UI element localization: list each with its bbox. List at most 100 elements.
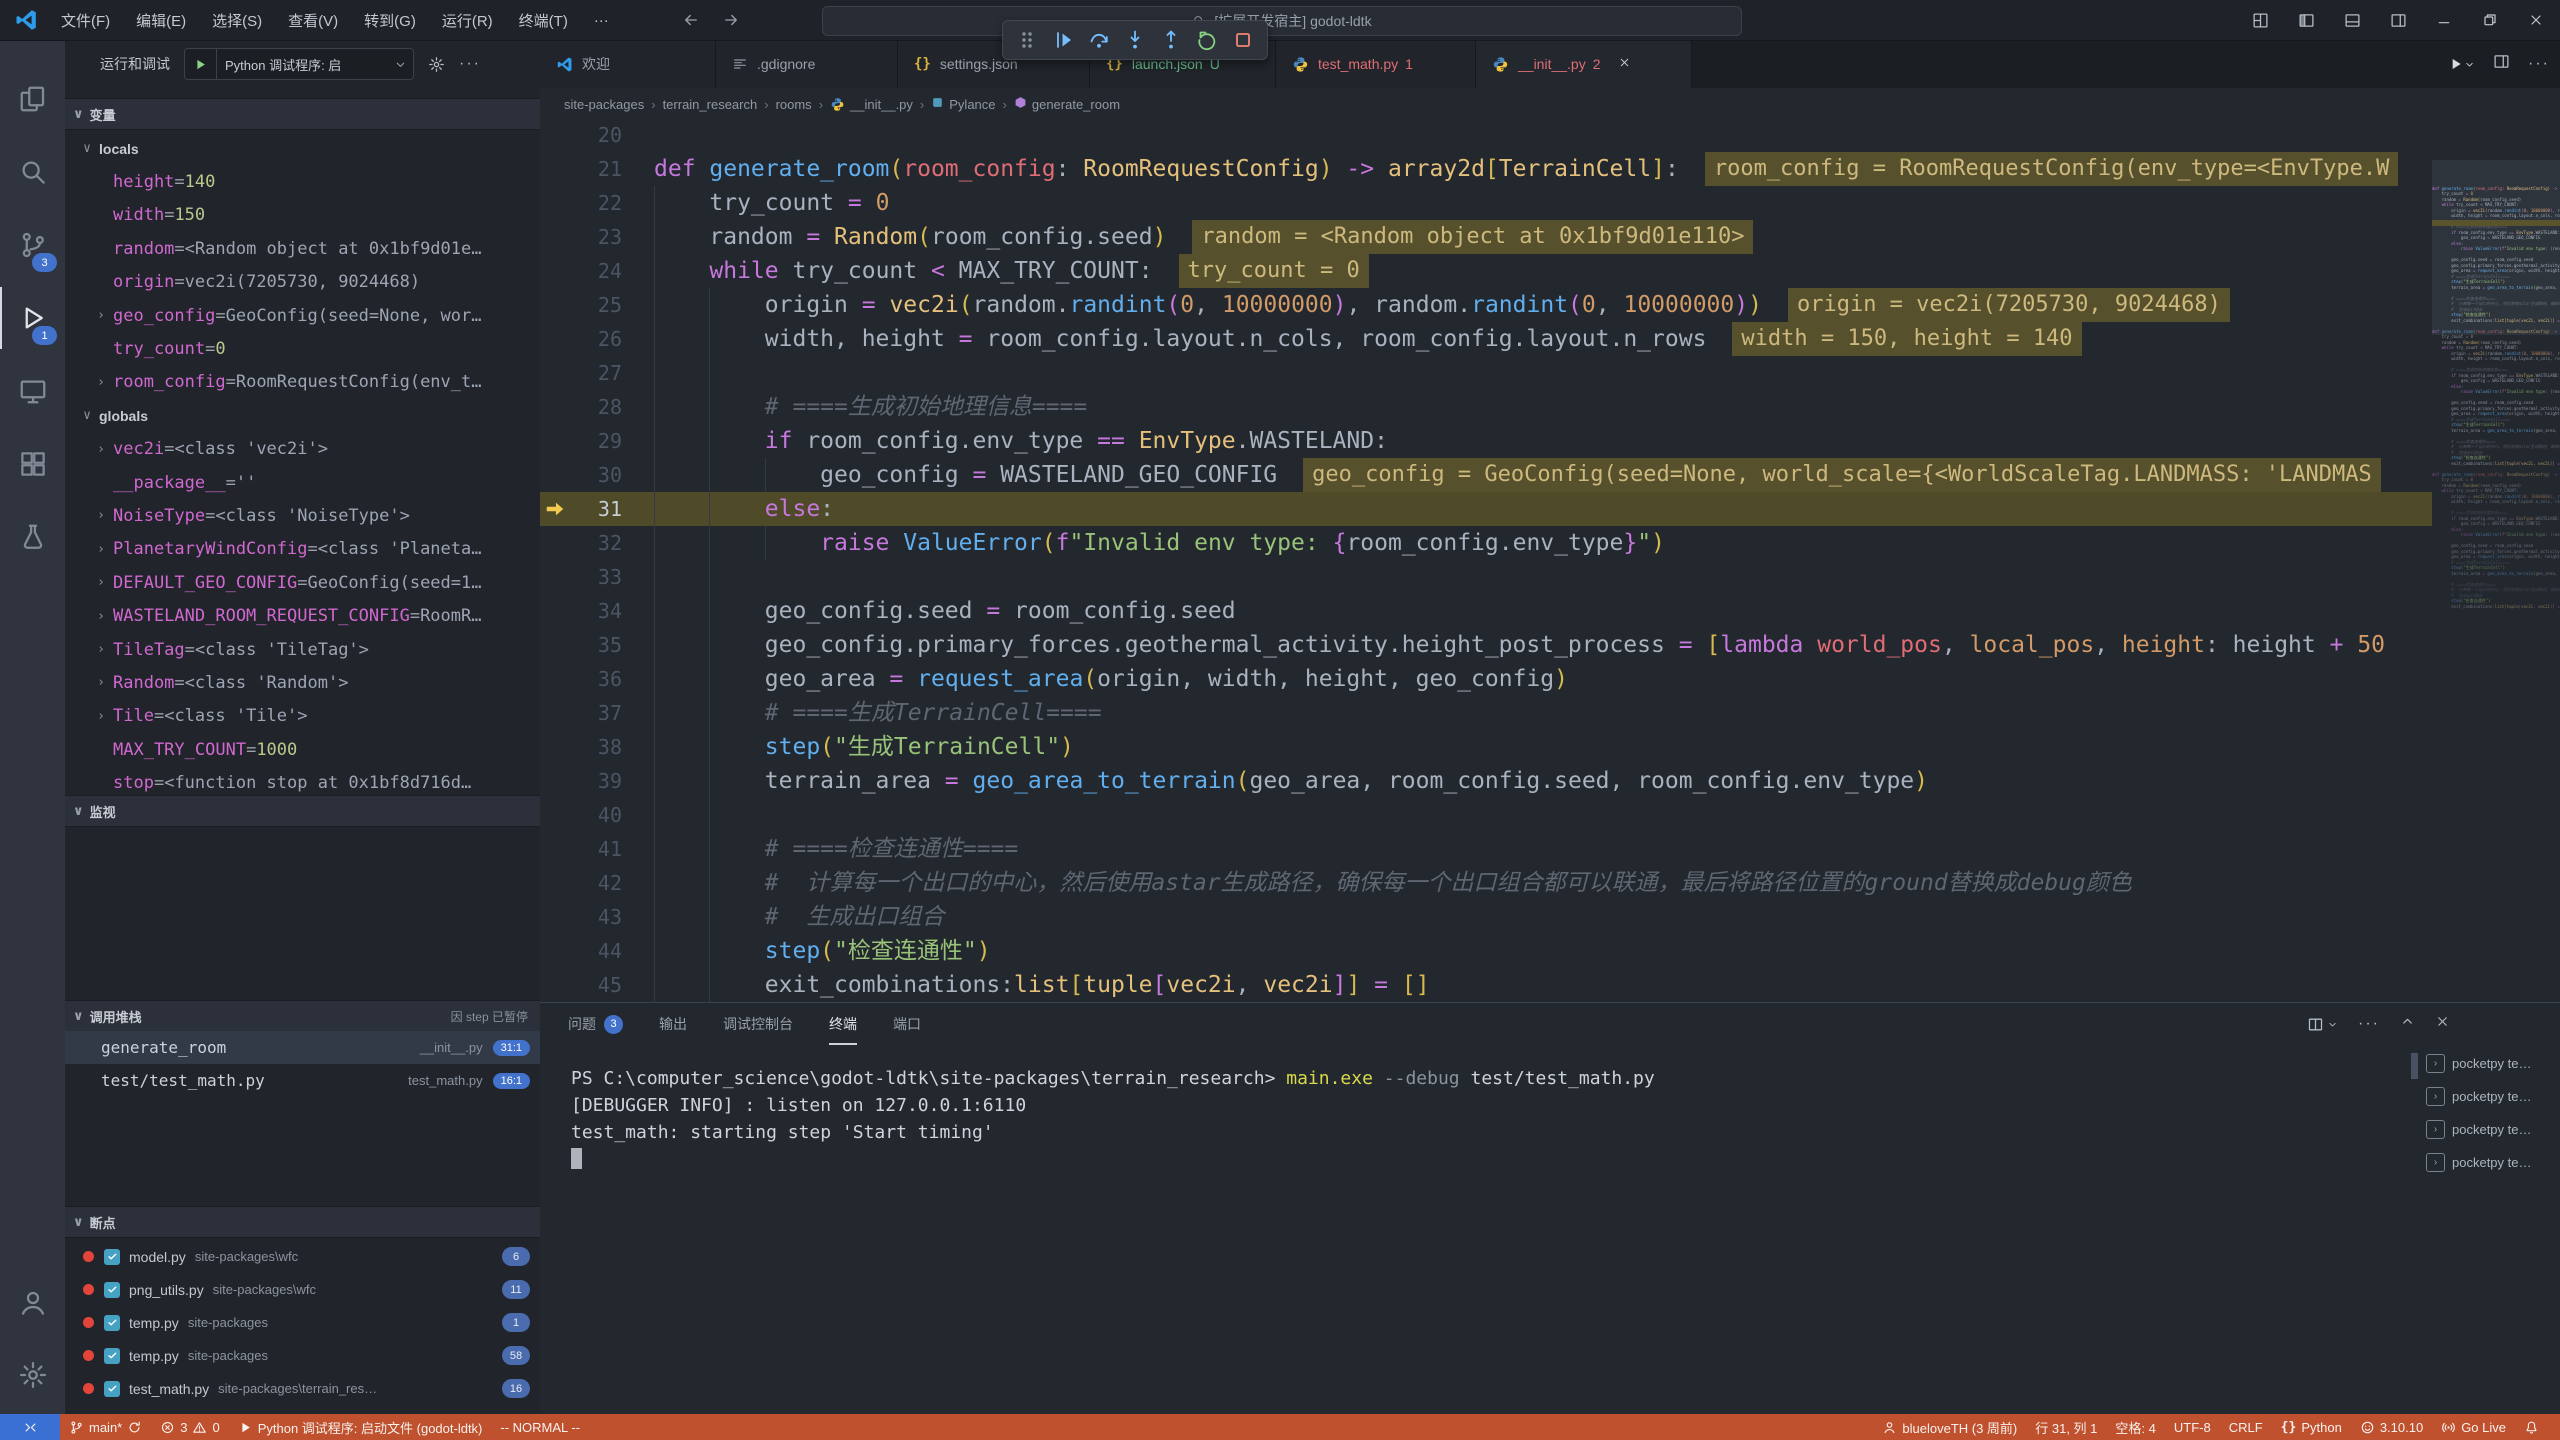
- call-stack-frame[interactable]: test/test_math.pytest_math.py16:1: [65, 1064, 540, 1097]
- terminal-output[interactable]: PS C:\computer_science\godot-ldtk\site-p…: [571, 1065, 2410, 1404]
- code-line-39[interactable]: 39terrain_area = geo_area_to_terrain(geo…: [540, 764, 2432, 798]
- variable-scope-locals[interactable]: ∨locals: [65, 132, 540, 165]
- status-go-live[interactable]: Go Live: [2432, 1420, 2515, 1435]
- code-line-45[interactable]: 45exit_combinations:list[tuple[vec2i, ve…: [540, 968, 2432, 1002]
- status-eol[interactable]: CRLF: [2220, 1420, 2272, 1435]
- code-line-35[interactable]: 35geo_config.primary_forces.geothermal_a…: [540, 628, 2432, 662]
- terminal-list-item[interactable]: ›pocketpy te…: [2420, 1113, 2560, 1146]
- variable-row[interactable]: try_count = 0: [65, 332, 540, 365]
- status-remote[interactable]: [0, 1414, 60, 1440]
- variable-row[interactable]: ›DEFAULT_GEO_CONFIG = GeoConfig(seed=1…: [65, 566, 540, 599]
- panel-tab-问题[interactable]: 问题3: [568, 1003, 623, 1045]
- debug-stop-button[interactable]: [1225, 24, 1261, 56]
- status-python-version[interactable]: 3.10.10: [2351, 1420, 2432, 1435]
- call-stack-header[interactable]: ∨调用堆栈因 step 已暂停: [65, 1000, 540, 1032]
- more-actions-button[interactable]: ···: [2528, 55, 2550, 73]
- breakpoint-checkbox[interactable]: [104, 1315, 120, 1331]
- split-terminal-button[interactable]: [2307, 1016, 2338, 1033]
- chevron-right-icon[interactable]: ›: [93, 575, 109, 590]
- status-vim-mode[interactable]: -- NORMAL --: [491, 1420, 589, 1435]
- code-line-37[interactable]: 37# ====生成TerrainCell====: [540, 696, 2432, 730]
- breadcrumb-item[interactable]: rooms: [776, 97, 812, 112]
- forward-arrow-icon[interactable]: [722, 11, 740, 29]
- variable-row[interactable]: height = 140: [65, 165, 540, 198]
- watch-header[interactable]: ∨监视: [65, 795, 540, 827]
- tab-[interactable]: 欢迎: [540, 40, 716, 88]
- terminal-list-item[interactable]: ›pocketpy te…: [2420, 1047, 2560, 1080]
- menu-item-5[interactable]: 运行(R): [429, 0, 506, 40]
- activity-run-debug[interactable]: 1: [0, 287, 65, 349]
- terminal-list-item[interactable]: ›pocketpy te…: [2420, 1080, 2560, 1113]
- menu-item-1[interactable]: 编辑(E): [123, 0, 199, 40]
- code-line-26[interactable]: 26width, height = room_config.layout.n_c…: [540, 322, 2432, 356]
- variable-scope-globals[interactable]: ∨globals: [65, 399, 540, 432]
- breadcrumb-item[interactable]: terrain_research: [663, 97, 758, 112]
- chevron-right-icon[interactable]: ›: [93, 308, 109, 323]
- code-line-31[interactable]: 31else:: [540, 492, 2432, 526]
- back-arrow-icon[interactable]: [682, 11, 700, 29]
- debug-continue-button[interactable]: [1045, 24, 1081, 56]
- variable-row[interactable]: ›TileTag = <class 'TileTag'>: [65, 633, 540, 666]
- more-actions-icon[interactable]: ···: [459, 55, 481, 73]
- code-line-22[interactable]: 22try_count = 0: [540, 186, 2432, 220]
- activity-extensions[interactable]: [0, 433, 65, 495]
- activity-settings[interactable]: [0, 1344, 65, 1406]
- chevron-right-icon[interactable]: ›: [93, 642, 109, 657]
- code-line-30[interactable]: 30geo_config = WASTELAND_GEO_CONFIGgeo_c…: [540, 458, 2432, 492]
- breakpoint-row[interactable]: model.pysite-packages\wfc6: [65, 1240, 540, 1273]
- variable-row[interactable]: ›geo_config = GeoConfig(seed=None, wor…: [65, 299, 540, 332]
- status-indentation[interactable]: 空格: 4: [2106, 1418, 2164, 1437]
- code-line-40[interactable]: 40: [540, 798, 2432, 832]
- tab-test_math.py[interactable]: test_math.py1: [1276, 40, 1476, 88]
- minimap-slider[interactable]: [2432, 160, 2560, 335]
- debug-restart-button[interactable]: [1189, 24, 1225, 56]
- variable-row[interactable]: width = 150: [65, 199, 540, 232]
- status-git-branch[interactable]: main*: [60, 1420, 151, 1435]
- panel-tab-终端[interactable]: 终端: [829, 1003, 857, 1045]
- variable-row[interactable]: random = <Random object at 0x1bf9d01e…: [65, 232, 540, 265]
- breadcrumb-item[interactable]: __init__.py: [830, 97, 913, 112]
- status-problems[interactable]: 30: [151, 1420, 228, 1435]
- minimize-button[interactable]: [2424, 0, 2464, 40]
- code-line-41[interactable]: 41# ====检查连通性====: [540, 832, 2432, 866]
- variable-row[interactable]: origin = vec2i(7205730, 9024468): [65, 266, 540, 299]
- breakpoint-row[interactable]: png_utils.pysite-packages\wfc11: [65, 1273, 540, 1306]
- close-panel-button[interactable]: [2435, 1014, 2450, 1034]
- run-file-button[interactable]: [2448, 56, 2475, 72]
- debug-step-over-button[interactable]: [1081, 24, 1117, 56]
- menu-item-7[interactable]: ···: [581, 0, 622, 40]
- toggle-panel-button[interactable]: [2332, 0, 2372, 40]
- status-debug-session[interactable]: Python 调试程序: 启动文件 (godot-ldtk): [229, 1418, 492, 1437]
- breakpoints-header[interactable]: ∨断点: [65, 1206, 540, 1238]
- menu-item-2[interactable]: 选择(S): [199, 0, 275, 40]
- code-line-21[interactable]: 21def generate_room(room_config: RoomReq…: [540, 152, 2432, 186]
- breakpoint-checkbox[interactable]: [104, 1282, 120, 1298]
- code-line-27[interactable]: 27: [540, 356, 2432, 390]
- maximize-panel-button[interactable]: [2400, 1014, 2415, 1034]
- status-cursor-position[interactable]: 行 31, 列 1: [2026, 1418, 2106, 1437]
- close-tab-icon[interactable]: [1618, 56, 1631, 72]
- menu-item-3[interactable]: 查看(V): [275, 0, 351, 40]
- toggle-secondary-sidebar-button[interactable]: [2378, 0, 2418, 40]
- code-line-38[interactable]: 38step("生成TerrainCell"): [540, 730, 2432, 764]
- terminal-list-item[interactable]: ›pocketpy te…: [2420, 1146, 2560, 1179]
- status-language[interactable]: {}Python: [2272, 1420, 2351, 1435]
- chevron-right-icon[interactable]: ›: [93, 508, 109, 523]
- customize-layout-button[interactable]: [2240, 0, 2280, 40]
- breakpoint-checkbox[interactable]: [104, 1348, 120, 1364]
- variable-row[interactable]: ›Tile = <class 'Tile'>: [65, 700, 540, 733]
- breakpoint-checkbox[interactable]: [104, 1249, 120, 1265]
- toggle-sidebar-button[interactable]: [2286, 0, 2326, 40]
- variable-row[interactable]: ›NoiseType = <class 'NoiseType'>: [65, 499, 540, 532]
- debug-config-dropdown[interactable]: Python 调试程序: 启: [184, 48, 414, 80]
- debug-step-out-button[interactable]: [1153, 24, 1189, 56]
- panel-more-button[interactable]: ···: [2358, 1015, 2380, 1033]
- split-editor-button[interactable]: [2493, 53, 2510, 75]
- activity-testing[interactable]: [0, 506, 65, 568]
- chevron-right-icon[interactable]: ›: [93, 609, 109, 624]
- close-window-button[interactable]: [2516, 0, 2556, 40]
- breakpoint-checkbox[interactable]: [104, 1381, 120, 1397]
- call-stack-frame[interactable]: generate_room__init__.py31:1: [65, 1031, 540, 1064]
- status-git-author[interactable]: blueloveTH (3 周前): [1873, 1418, 2026, 1437]
- status-notifications[interactable]: [2515, 1420, 2548, 1435]
